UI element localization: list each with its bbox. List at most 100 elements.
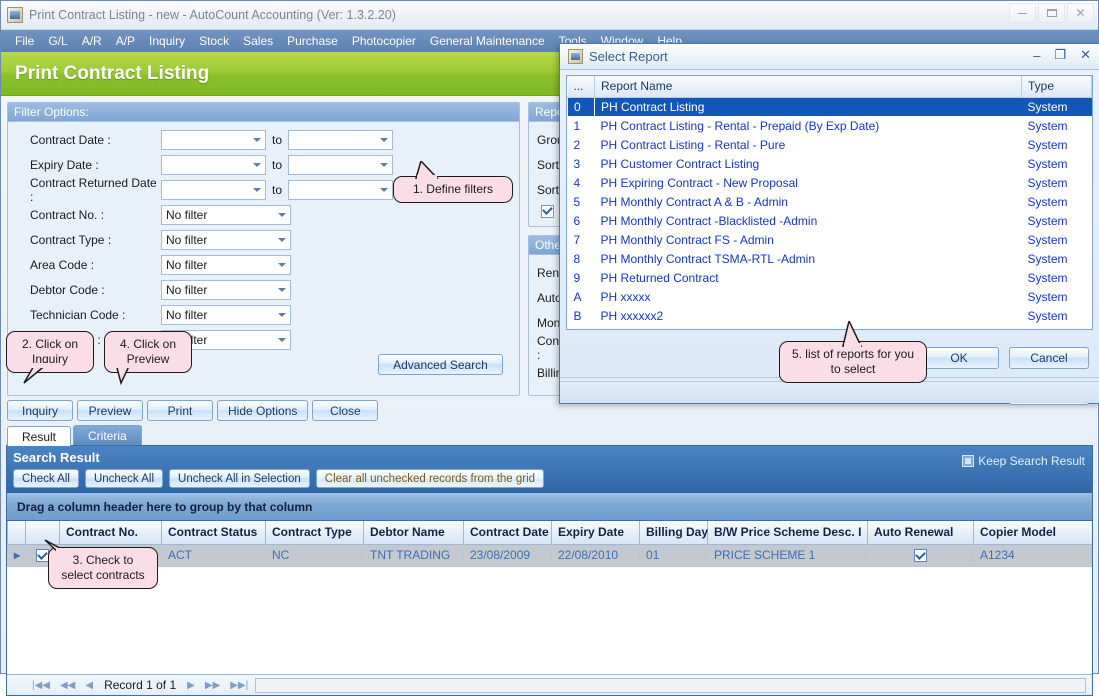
menu-ar[interactable]: A/R	[76, 32, 108, 50]
col-billing-day[interactable]: Billing Day	[640, 521, 708, 544]
check-all-button[interactable]: Check All	[13, 469, 79, 488]
minimize-button[interactable]	[1009, 3, 1036, 23]
chevron-down-icon[interactable]	[275, 231, 288, 249]
menu-ap[interactable]: A/P	[110, 32, 141, 50]
list-item[interactable]: 4 PH Expiring Contract - New Proposal Sy…	[568, 173, 1092, 192]
list-item[interactable]: 0 PH Contract Listing System	[568, 97, 1092, 116]
inquiry-button[interactable]: Inquiry	[7, 400, 73, 421]
report-name-header[interactable]: Report Name	[595, 76, 1022, 97]
table-row[interactable]: ▸ NC09-0001 ACT NC TNT TRADING 23/08/200…	[8, 544, 1093, 566]
list-item[interactable]: B PH xxxxxx2 System	[568, 306, 1092, 325]
horizontal-scrollbar[interactable]	[255, 678, 1086, 693]
keep-search-result-row[interactable]: Keep Search Result	[962, 454, 1085, 468]
menu-file[interactable]: File	[9, 32, 40, 50]
dialog-close-button[interactable]: ✕	[1080, 47, 1091, 63]
list-item[interactable]: 2 PH Contract Listing - Rental - Pure Sy…	[568, 135, 1092, 154]
prev-page-icon[interactable]: ◀◀	[55, 680, 80, 691]
list-item[interactable]: A PH xxxxx System	[568, 287, 1092, 306]
list-item[interactable]: 9 PH Returned Contract System	[568, 268, 1092, 287]
preview-button[interactable]: Preview	[77, 400, 143, 421]
contract-no-filter-input[interactable]: No filter	[161, 205, 291, 225]
chevron-down-icon[interactable]	[250, 181, 263, 199]
col-contract-type[interactable]: Contract Type	[266, 521, 364, 544]
expiry-date-from-input[interactable]	[161, 155, 266, 175]
col-contract-status[interactable]: Contract Status	[162, 521, 266, 544]
contract-type-filter-input[interactable]: No filter	[161, 230, 291, 250]
col-auto-renewal[interactable]: Auto Renewal	[868, 521, 974, 544]
chevron-down-icon[interactable]	[275, 256, 288, 274]
uncheck-all-button[interactable]: Uncheck All	[85, 469, 163, 488]
hide-options-button[interactable]: Hide Options	[217, 400, 308, 421]
menu-photocopier[interactable]: Photocopier	[346, 32, 422, 50]
contract-returned-date-from-input[interactable]	[161, 180, 266, 200]
menu-stock[interactable]: Stock	[193, 32, 235, 50]
chevron-down-icon[interactable]	[275, 206, 288, 224]
report-list-header-row: ... Report Name Type	[568, 76, 1092, 97]
area-code-filter-input[interactable]: No filter	[161, 255, 291, 275]
keep-search-result-checkbox[interactable]	[962, 455, 974, 467]
uncheck-all-in-selection-button[interactable]: Uncheck All in Selection	[169, 469, 310, 488]
next-page-icon[interactable]: ▶▶	[200, 680, 225, 691]
report-name: PH Returned Contract	[595, 268, 1022, 287]
chevron-down-icon[interactable]	[250, 131, 263, 149]
menu-purchase[interactable]: Purchase	[281, 32, 344, 50]
chevron-down-icon[interactable]	[377, 156, 390, 174]
report-name: PH Contract Listing - Rental - Pure	[595, 135, 1022, 154]
technician-code-filter-input[interactable]: No filter	[161, 305, 291, 325]
list-item[interactable]: 1 PH Contract Listing - Rental - Prepaid…	[568, 116, 1092, 135]
menu-general-maintenance[interactable]: General Maintenance	[424, 32, 551, 50]
report-type-header[interactable]: Type	[1022, 76, 1092, 97]
report-type: System	[1022, 135, 1092, 154]
col-contract-date[interactable]: Contract Date	[464, 521, 552, 544]
contract-date-to-input[interactable]	[288, 130, 393, 150]
first-record-icon[interactable]: |◀◀	[27, 680, 55, 691]
report-index: 2	[568, 135, 595, 154]
contract-date-from-input[interactable]	[161, 130, 266, 150]
close-button-main[interactable]: Close	[312, 400, 378, 421]
menu-sales[interactable]: Sales	[237, 32, 279, 50]
next-record-icon[interactable]: ▶	[182, 680, 200, 691]
debtor-code-filter-input[interactable]: No filter	[161, 280, 291, 300]
chevron-down-icon[interactable]	[275, 281, 288, 299]
keep-search-result-label: Keep Search Result	[978, 454, 1085, 468]
cancel-button[interactable]: Cancel	[1009, 347, 1089, 369]
maximize-button[interactable]	[1038, 3, 1065, 23]
show-criteria-checkbox[interactable]	[541, 205, 554, 218]
prev-record-icon[interactable]: ◀	[80, 680, 98, 691]
col-copier-model[interactable]: Copier Model	[974, 521, 1093, 544]
chevron-down-icon[interactable]	[250, 156, 263, 174]
tab-criteria[interactable]: Criteria	[73, 425, 142, 445]
dialog-minimize-button[interactable]: –	[1033, 48, 1040, 63]
last-record-icon[interactable]: ▶▶|	[225, 680, 253, 691]
chevron-down-icon[interactable]	[377, 131, 390, 149]
clear-unchecked-records-button[interactable]: Clear all unchecked records from the gri…	[316, 469, 544, 488]
list-item[interactable]: 7 PH Monthly Contract FS - Admin System	[568, 230, 1092, 249]
list-item[interactable]: 3 PH Customer Contract Listing System	[568, 154, 1092, 173]
list-item[interactable]: 6 PH Monthly Contract -Blacklisted -Admi…	[568, 211, 1092, 230]
list-item[interactable]: 8 PH Monthly Contract TSMA-RTL -Admin Sy…	[568, 249, 1092, 268]
report-name: PH Monthly Contract A & B - Admin	[595, 192, 1022, 211]
ok-button[interactable]: OK	[919, 347, 999, 369]
menu-inquiry[interactable]: Inquiry	[143, 32, 191, 50]
contract-returned-date-to-input[interactable]	[288, 180, 393, 200]
chevron-down-icon[interactable]	[275, 306, 288, 324]
group-by-drop-area[interactable]: Drag a column header here to group by th…	[7, 493, 1092, 521]
chevron-down-icon[interactable]	[377, 181, 390, 199]
report-index: 0	[568, 97, 595, 116]
tab-result[interactable]: Result	[7, 426, 71, 446]
print-button[interactable]: Print	[147, 400, 213, 421]
menu-gl[interactable]: G/L	[42, 32, 73, 50]
list-item[interactable]: 5 PH Monthly Contract A & B - Admin Syst…	[568, 192, 1092, 211]
report-list[interactable]: ... Report Name Type 0 PH Contract Listi…	[566, 75, 1093, 330]
dialog-maximize-button[interactable]: ❐	[1054, 47, 1066, 63]
advanced-search-button[interactable]: Advanced Search	[378, 354, 503, 375]
col-debtor-name[interactable]: Debtor Name	[364, 521, 464, 544]
expiry-date-to-input[interactable]	[288, 155, 393, 175]
col-expiry-date[interactable]: Expiry Date	[552, 521, 640, 544]
contract-date-label: Contract Date :	[16, 133, 161, 147]
col-bw-price-scheme[interactable]: B/W Price Scheme Desc. I	[708, 521, 868, 544]
col-contract-no[interactable]: Contract No.	[60, 521, 162, 544]
close-button[interactable]: ✕	[1067, 3, 1094, 23]
result-grid-header-row: Contract No. Contract Status Contract Ty…	[8, 521, 1093, 544]
chevron-down-icon[interactable]	[275, 331, 288, 349]
